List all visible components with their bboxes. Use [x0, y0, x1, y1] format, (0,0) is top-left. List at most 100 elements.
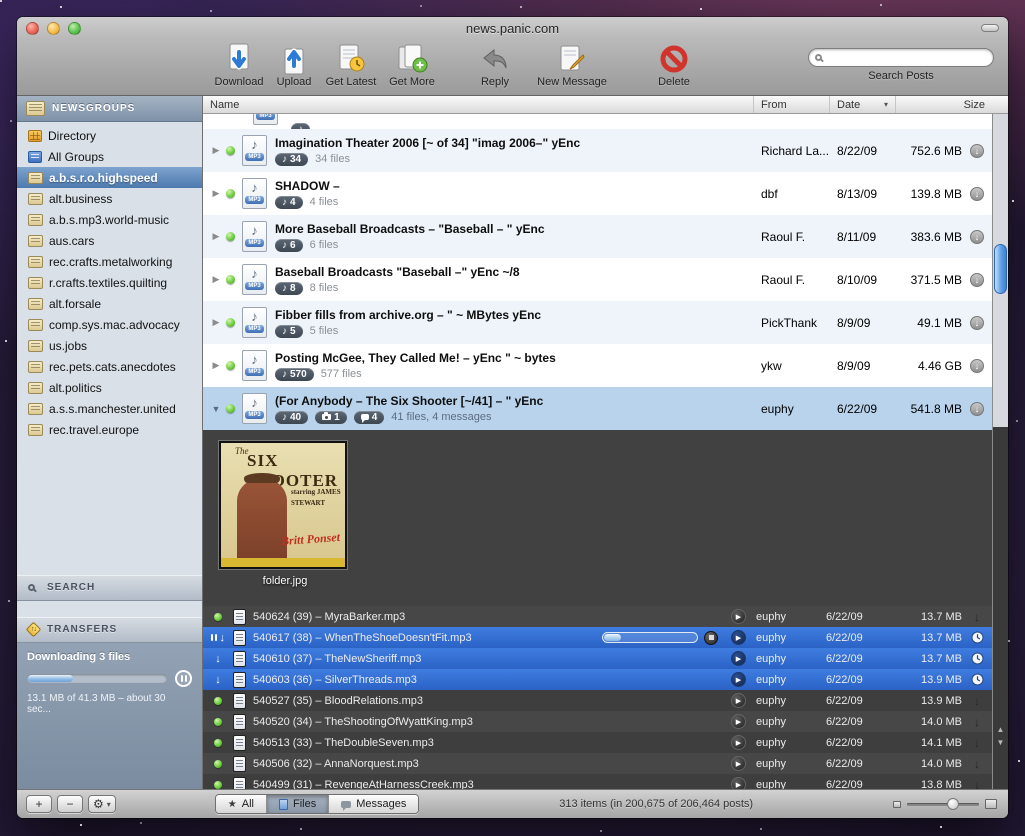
download-post-button[interactable]: ↓ — [962, 359, 992, 373]
download-file-button[interactable]: ↓ — [974, 736, 980, 750]
download-file-button[interactable]: ↓ — [974, 610, 980, 624]
download-post-button[interactable]: ↓ — [962, 187, 992, 201]
sidebar-item-newsgroup[interactable]: rec.crafts.metalworking — [17, 251, 202, 272]
download-post-button[interactable]: ↓ — [962, 273, 992, 287]
file-row[interactable]: 540513 (33) – TheDoubleSeven.mp3 ▶ euphy… — [203, 732, 992, 753]
sidebar-item-newsgroup[interactable]: rec.travel.europe — [17, 419, 202, 440]
tab-messages[interactable]: Messages — [329, 795, 418, 813]
play-button[interactable]: ▶ — [726, 777, 750, 789]
search-input[interactable] — [826, 52, 987, 64]
slider-track[interactable] — [907, 803, 979, 806]
download-file-button[interactable]: ↓ — [974, 715, 980, 729]
post-row[interactable]: ▶ ♪MP3 More Baseball Broadcasts – "Baseb… — [203, 215, 992, 258]
file-row[interactable]: 540499 (31) – RevengeAtHarnessCreek.mp3 … — [203, 774, 992, 789]
stop-download-button[interactable] — [704, 631, 718, 645]
toolbar-toggle-button[interactable] — [981, 24, 999, 32]
download-button[interactable]: Download — [210, 42, 268, 88]
search-field[interactable] — [808, 48, 994, 67]
post-row[interactable]: ▶ ♪MP3 Fibber fills from archive.org – "… — [203, 301, 992, 344]
post-from: PickThank — [754, 316, 830, 330]
play-button[interactable]: ▶ — [726, 756, 750, 771]
sidebar-item-newsgroup[interactable]: aus.cars — [17, 230, 202, 251]
slider-thumb[interactable] — [947, 798, 959, 810]
play-button[interactable]: ▶ — [726, 714, 750, 729]
transfers-section-header[interactable]: TRANSFERS — [17, 617, 202, 643]
audio-count-badge: ♪34 — [275, 153, 308, 166]
titlebar[interactable]: news.panic.com — [17, 17, 1008, 39]
disclosure-triangle-icon[interactable]: ▶ — [206, 145, 226, 156]
sidebar-item-newsgroup[interactable]: a.b.s.r.o.highspeed — [17, 167, 202, 188]
disclosure-triangle-icon[interactable]: ▶ — [206, 317, 226, 328]
vertical-scrollbar[interactable]: ▲ ▼ — [992, 114, 1008, 789]
post-row-partial[interactable]: ♪MP3 ♪ — [203, 114, 992, 129]
file-row[interactable]: 540527 (35) – BloodRelations.mp3 ▶ euphy… — [203, 690, 992, 711]
scrollbar-thumb[interactable] — [994, 244, 1007, 294]
sidebar-item-directory[interactable]: Directory — [17, 125, 202, 146]
disclosure-triangle-icon[interactable]: ▼ — [206, 404, 226, 414]
disclosure-triangle-icon[interactable]: ▶ — [206, 231, 226, 242]
tab-all[interactable]: ★All — [216, 795, 267, 813]
post-row-selected[interactable]: ▼ ♪MP3 (For Anybody – The Six Shooter [~… — [203, 387, 992, 430]
new-message-button[interactable]: New Message — [532, 42, 612, 88]
sidebar-item-newsgroup[interactable]: alt.politics — [17, 377, 202, 398]
sidebar-item-newsgroup[interactable]: a.b.s.mp3.world-music — [17, 209, 202, 230]
file-row[interactable]: 540506 (32) – AnnaNorquest.mp3 ▶ euphy 6… — [203, 753, 992, 774]
post-row[interactable]: ▶ ♪MP3 SHADOW – ♪4 4 files dbf 8/13/09 1… — [203, 172, 992, 215]
sidebar-item-newsgroup[interactable]: alt.forsale — [17, 293, 202, 314]
newsgroup-icon — [28, 319, 43, 331]
get-more-button[interactable]: Get More — [382, 42, 442, 88]
download-post-button[interactable]: ↓ — [962, 144, 992, 158]
post-row[interactable]: ▶ ♪MP3 Imagination Theater 2006 [~ of 34… — [203, 129, 992, 172]
play-button[interactable]: ▶ — [726, 735, 750, 750]
column-header-date[interactable]: Date▾ — [830, 96, 896, 113]
sidebar-item-all-groups[interactable]: All Groups — [17, 146, 202, 167]
disclosure-triangle-icon[interactable]: ▶ — [206, 274, 226, 285]
play-button[interactable]: ▶ — [726, 651, 750, 666]
file-row-queued[interactable]: ↓ 540610 (37) – TheNewSheriff.mp3 ▶ euph… — [203, 648, 992, 669]
download-post-button[interactable]: ↓ — [962, 316, 992, 330]
disclosure-triangle-icon[interactable]: ▶ — [206, 188, 226, 199]
download-file-button[interactable]: ↓ — [974, 694, 980, 708]
disclosure-triangle-icon[interactable]: ▶ — [206, 360, 226, 371]
upload-button[interactable]: Upload — [268, 42, 320, 88]
sidebar-item-newsgroup[interactable]: r.crafts.textiles.quilting — [17, 272, 202, 293]
sidebar-item-newsgroup[interactable]: alt.business — [17, 188, 202, 209]
file-from: euphy — [750, 695, 820, 707]
action-gear-button[interactable]: ⚙▾ — [88, 795, 116, 813]
scroll-up-arrow[interactable]: ▲ — [997, 725, 1005, 734]
sidebar-item-newsgroup[interactable]: a.s.s.manchester.united — [17, 398, 202, 419]
sidebar-item-newsgroup[interactable]: us.jobs — [17, 335, 202, 356]
search-section-header[interactable]: SEARCH — [17, 575, 202, 601]
tab-files[interactable]: Files — [267, 795, 329, 813]
download-file-button[interactable]: ↓ — [974, 778, 980, 790]
scroll-down-arrow[interactable]: ▼ — [997, 738, 1005, 747]
play-button[interactable]: ▶ — [726, 693, 750, 708]
download-post-button[interactable]: ↓ — [962, 230, 992, 244]
file-row[interactable]: 540520 (34) – TheShootingOfWyattKing.mp3… — [203, 711, 992, 732]
file-row[interactable]: 540624 (39) – MyraBarker.mp3 ▶ euphy 6/2… — [203, 606, 992, 627]
column-header-from[interactable]: From — [754, 96, 830, 113]
post-row[interactable]: ▶ ♪MP3 Baseball Broadcasts "Baseball –" … — [203, 258, 992, 301]
download-post-button[interactable]: ↓ — [962, 402, 992, 416]
remove-button[interactable]: − — [57, 795, 83, 813]
play-button[interactable]: ▶ — [726, 672, 750, 687]
add-button[interactable]: + — [26, 795, 52, 813]
file-row-downloading[interactable]: ↓ 540617 (38) – WhenTheShoeDoesn'tFit.mp… — [203, 627, 992, 648]
post-row[interactable]: ▶ ♪MP3 Posting McGee, They Called Me! – … — [203, 344, 992, 387]
reply-button[interactable]: Reply — [470, 42, 520, 88]
sidebar-item-newsgroup[interactable]: comp.sys.mac.advocacy — [17, 314, 202, 335]
column-header-size[interactable]: Size — [896, 96, 992, 113]
column-header-name[interactable]: Name — [203, 96, 754, 113]
file-row-queued[interactable]: ↓ 540603 (36) – SilverThreads.mp3 ▶ euph… — [203, 669, 992, 690]
attachment-thumbnail[interactable]: The SIX SHOOTER starring JAMES STEWART B… — [219, 441, 347, 569]
play-button[interactable]: ▶ — [726, 609, 750, 624]
pause-transfers-button[interactable] — [175, 670, 192, 687]
delete-button[interactable]: Delete — [648, 42, 700, 88]
play-button[interactable]: ▶ — [726, 630, 750, 645]
newsgroup-icon — [28, 256, 43, 268]
file-size: 13.7 MB — [892, 632, 962, 644]
sidebar-item-newsgroup[interactable]: rec.pets.cats.anecdotes — [17, 356, 202, 377]
get-latest-button[interactable]: Get Latest — [320, 42, 382, 88]
file-icon — [233, 672, 246, 688]
download-file-button[interactable]: ↓ — [974, 757, 980, 771]
